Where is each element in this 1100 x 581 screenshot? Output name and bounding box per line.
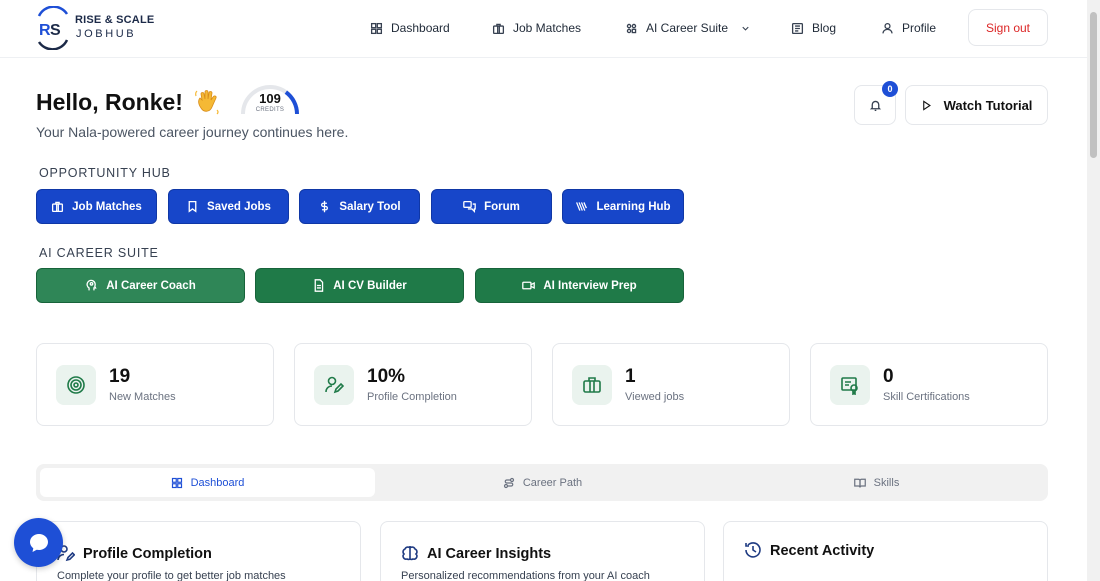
- ai-interview-prep-button[interactable]: AI Interview Prep: [475, 268, 684, 303]
- saved-jobs-button-label: Saved Jobs: [207, 200, 271, 213]
- nav-profile[interactable]: Profile: [881, 18, 936, 38]
- scrollbar-thumb[interactable]: [1090, 12, 1097, 158]
- opportunity-hub-heading: OPPORTUNITY HUB: [39, 166, 171, 180]
- greeting-title: Hello, Ronke!: [36, 89, 183, 115]
- nav-blog[interactable]: Blog: [791, 18, 836, 38]
- document-icon: [314, 279, 324, 292]
- tab-dashboard-label: Dashboard: [190, 476, 245, 489]
- tab-career-path-label: Career Path: [522, 476, 583, 489]
- brain-icon: [401, 544, 419, 562]
- history-icon: [744, 541, 762, 559]
- ai-career-coach-button-label: AI Career Coach: [106, 279, 196, 292]
- grid-icon: [171, 477, 182, 488]
- stat-value: 10%: [367, 366, 406, 387]
- video-icon: [522, 281, 536, 290]
- newspaper-icon: [791, 22, 804, 34]
- dashboard-tabs: Dashboard Career Path Skills: [36, 464, 1048, 501]
- grid-icon: [370, 22, 383, 34]
- stat-label: New Matches: [109, 391, 176, 403]
- stat-card-skill-certifications[interactable]: 0 Skill Certifications: [810, 343, 1048, 426]
- learning-hub-button[interactable]: Learning Hub: [562, 189, 684, 224]
- watch-tutorial-button[interactable]: Watch Tutorial: [905, 85, 1048, 125]
- chat-icon: [29, 533, 48, 552]
- dollar-icon: [321, 200, 329, 213]
- stat-card-profile-completion[interactable]: 10% Profile Completion: [294, 343, 532, 426]
- brand-name: RISE & SCALE: [75, 14, 155, 26]
- stat-card-viewed-jobs[interactable]: 1 Viewed jobs: [552, 343, 790, 426]
- salary-tool-button[interactable]: Salary Tool: [299, 189, 420, 224]
- ai-interview-prep-button-label: AI Interview Prep: [543, 279, 637, 292]
- user-icon: [882, 22, 893, 33]
- chat-bubbles-icon: [463, 200, 476, 213]
- nav-ai-career-suite[interactable]: AI Career Suite: [625, 18, 751, 38]
- panel-title: Recent Activity: [770, 543, 875, 559]
- ai-career-coach-button[interactable]: AI Career Coach: [36, 268, 245, 303]
- bell-icon: [869, 100, 881, 111]
- learning-hub-button-label: Learning Hub: [596, 200, 671, 213]
- credits-label: CREDITS: [255, 107, 285, 113]
- nav-dashboard[interactable]: Dashboard: [370, 18, 450, 38]
- page-scrollbar[interactable]: [1087, 0, 1100, 581]
- sign-out-button[interactable]: Sign out: [968, 9, 1048, 46]
- forum-button[interactable]: Forum: [431, 189, 552, 224]
- panel-subtitle: Personalized recommendations from your A…: [401, 570, 650, 581]
- panel-subtitle: Complete your profile to get better job …: [57, 570, 286, 581]
- route-icon: [503, 477, 514, 488]
- book-open-icon: [853, 478, 866, 488]
- svg-text:S: S: [50, 22, 61, 39]
- ai-cv-builder-button-label: AI CV Builder: [333, 279, 407, 292]
- job-matches-button-label: Job Matches: [72, 200, 142, 213]
- learning-icon: [576, 202, 588, 211]
- job-matches-button[interactable]: Job Matches: [36, 189, 157, 224]
- nav-dashboard-label: Dashboard: [391, 21, 450, 35]
- credits-value: 109: [259, 91, 281, 106]
- forum-button-label: Forum: [484, 200, 520, 213]
- tab-career-path[interactable]: Career Path: [375, 468, 710, 497]
- brain-head-icon: [86, 279, 97, 291]
- chat-widget-button[interactable]: [14, 518, 63, 567]
- nav-ai-career-suite-label: AI Career Suite: [646, 21, 729, 35]
- stat-card-new-matches[interactable]: 19 New Matches: [36, 343, 274, 426]
- certificate-icon: [830, 365, 870, 405]
- logo-mark-icon: R S: [37, 6, 69, 50]
- watch-tutorial-label: Watch Tutorial: [943, 97, 1033, 113]
- briefcase-icon: [492, 23, 505, 34]
- top-header: R S RISE & SCALE JOBHUB Dashboard Job Ma…: [0, 0, 1087, 58]
- chevron-down-icon: [742, 26, 749, 31]
- apps-icon: [626, 23, 637, 33]
- panel-title: Profile Completion: [83, 546, 212, 562]
- saved-jobs-button[interactable]: Saved Jobs: [168, 189, 289, 224]
- stat-label: Viewed jobs: [625, 391, 685, 403]
- bookmark-icon: [188, 200, 197, 213]
- brand-logo[interactable]: R S RISE & SCALE JOBHUB: [35, 6, 154, 50]
- nav-profile-label: Profile: [902, 21, 937, 35]
- ai-career-suite-heading: AI CAREER SUITE: [39, 246, 159, 260]
- tab-skills[interactable]: Skills: [709, 468, 1044, 497]
- stat-value: 0: [883, 366, 894, 387]
- nav-job-matches[interactable]: Job Matches: [492, 18, 581, 38]
- recent-activity-panel: Recent Activity: [723, 521, 1048, 581]
- notification-count-badge: 0: [882, 81, 898, 97]
- user-edit-icon: [314, 365, 354, 405]
- greeting-subtitle: Your Nala-powered career journey continu…: [36, 124, 349, 140]
- ai-career-insights-panel: AI Career Insights Personalized recommen…: [380, 521, 705, 581]
- nav-blog-label: Blog: [812, 21, 837, 35]
- play-icon: [922, 99, 931, 111]
- briefcase-icon: [572, 365, 612, 405]
- stat-label: Profile Completion: [367, 391, 457, 403]
- profile-completion-panel: Profile Completion Complete your profile…: [36, 521, 361, 581]
- stat-label: Skill Certifications: [883, 391, 970, 403]
- tab-dashboard[interactable]: Dashboard: [40, 468, 375, 497]
- waving-hand-icon: [195, 90, 219, 115]
- nav-job-matches-label: Job Matches: [513, 21, 582, 35]
- target-icon: [56, 365, 96, 405]
- stat-value: 1: [625, 366, 636, 387]
- panel-title: AI Career Insights: [427, 546, 552, 562]
- tab-skills-label: Skills: [873, 476, 900, 489]
- stat-value: 19: [109, 366, 131, 387]
- briefcase-icon: [52, 201, 64, 213]
- brand-subname: JOBHUB: [76, 28, 137, 40]
- salary-tool-button-label: Salary Tool: [339, 200, 401, 213]
- ai-cv-builder-button[interactable]: AI CV Builder: [255, 268, 464, 303]
